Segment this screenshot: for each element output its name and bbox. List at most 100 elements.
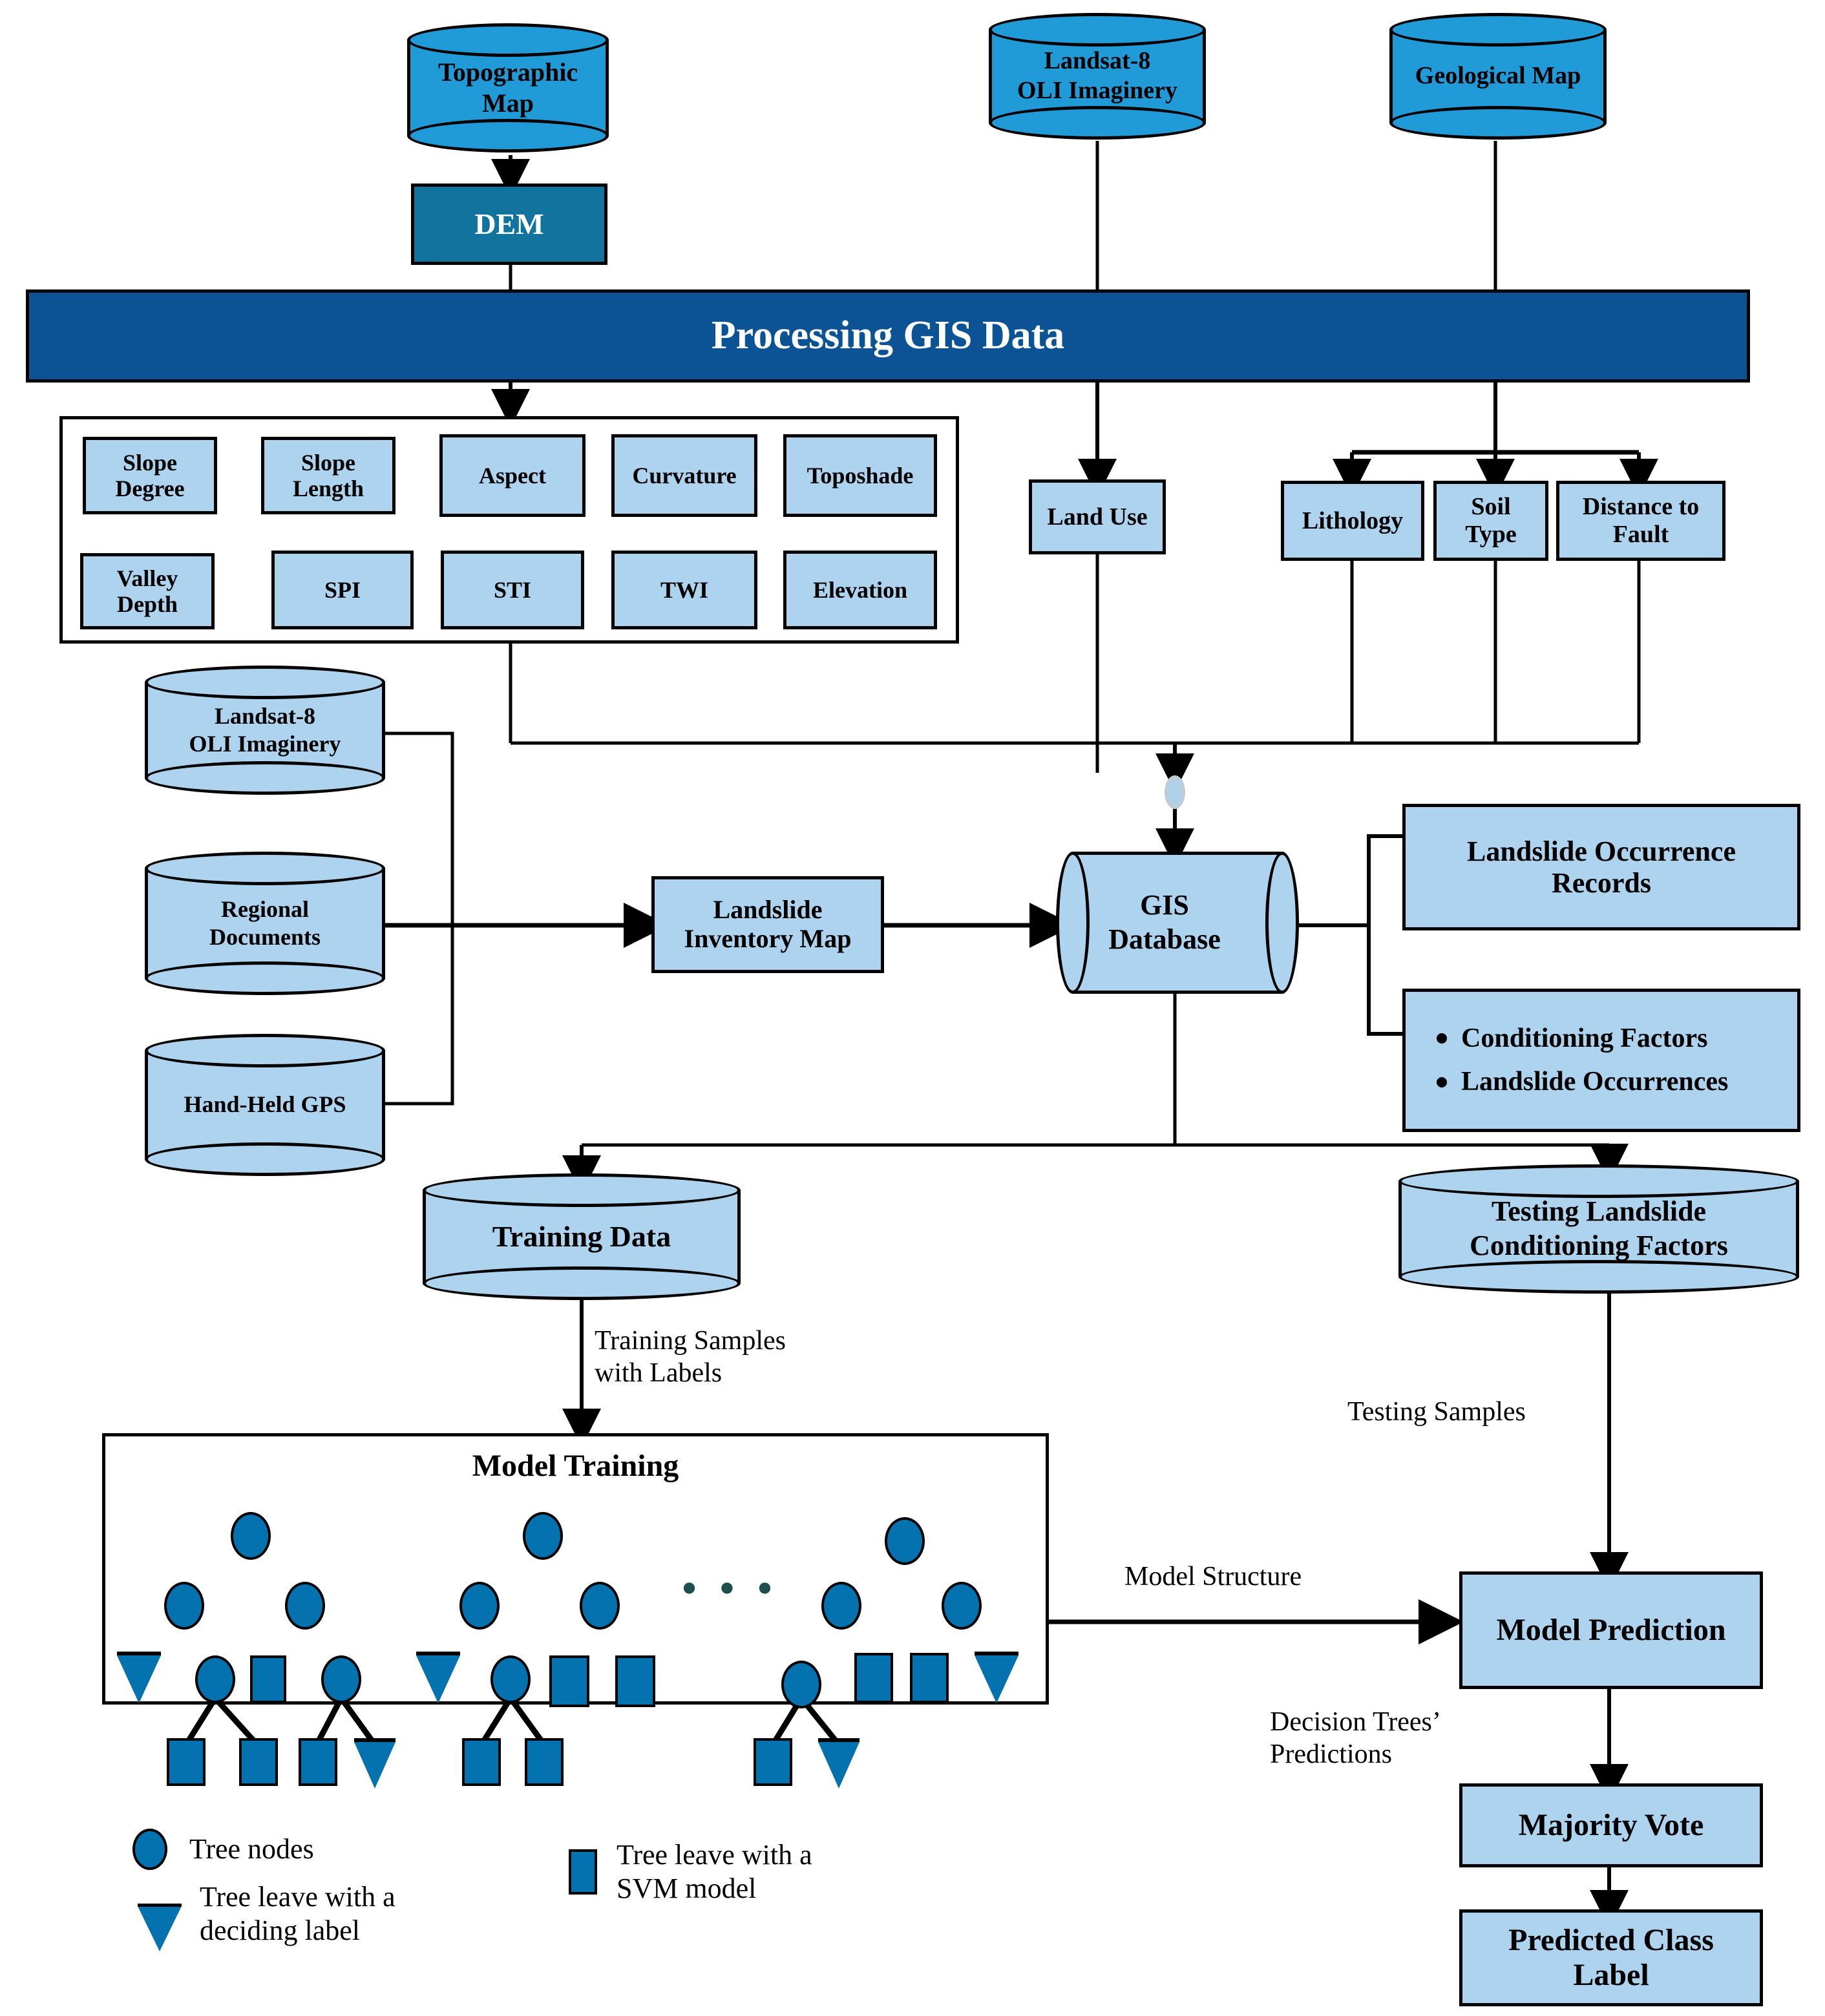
tree-leaf-deciding-label <box>416 1655 460 1703</box>
list-item: Landslide Occurrences <box>1437 1067 1797 1097</box>
tree-leaf-deciding-label <box>354 1742 396 1789</box>
legend-svm-model-text: Tree leave with a SVM model <box>617 1839 812 1904</box>
tree-leaf-svm <box>299 1738 337 1786</box>
tree-leaf-svm <box>910 1653 949 1703</box>
source-geological-map[interactable]: Geological Map <box>1389 13 1607 140</box>
tree-node <box>285 1582 325 1630</box>
factor-soil-type[interactable]: Soil Type <box>1433 481 1548 561</box>
tree-node-icon <box>132 1829 167 1870</box>
source-regional-documents[interactable]: Regional Documents <box>145 852 385 995</box>
tree-node <box>580 1582 620 1630</box>
tree-leaf-svm <box>615 1655 655 1707</box>
tree-leaf-svm <box>239 1738 278 1786</box>
tree-node <box>195 1655 235 1703</box>
legend-item-tree-nodes: Tree nodes <box>132 1829 314 1870</box>
majority-vote-box[interactable]: Majority Vote <box>1459 1783 1763 1867</box>
tree-leaf-svm <box>754 1738 792 1786</box>
tree-node <box>321 1655 361 1703</box>
source-hand-held-gps-label: Hand-Held GPS <box>184 1091 346 1118</box>
tree-leaf-svm-icon <box>569 1849 597 1895</box>
testing-conditioning-factors-label: Testing Landslide Conditioning Factors <box>1470 1195 1728 1261</box>
flowchart-canvas: Topographic Map Landsat-8 OLI Imaginery … <box>0 0 1825 2016</box>
tree-leaf-svm <box>167 1738 206 1786</box>
source-topographic-map[interactable]: Topographic Map <box>407 23 609 152</box>
tree-node <box>781 1661 821 1708</box>
gis-database-label: GIS Database <box>1108 889 1221 955</box>
edge-label-model-structure: Model Structure <box>1124 1562 1302 1591</box>
processing-gis-data-band[interactable]: Processing GIS Data <box>26 289 1750 383</box>
tree-node <box>885 1517 925 1565</box>
gis-database[interactable]: GIS Database <box>1056 852 1299 994</box>
tree-leaf-svm <box>250 1655 286 1703</box>
tree-leaf-cap <box>354 1738 396 1742</box>
tree-leaf-cap <box>416 1652 460 1655</box>
bullet-dot-icon <box>1437 1033 1447 1044</box>
source-regional-documents-label: Regional Documents <box>209 896 321 950</box>
flow-junction-dot <box>1165 775 1185 809</box>
legend-deciding-label-text: Tree leave with a deciding label <box>200 1881 396 1946</box>
tree-leaf-svm <box>525 1738 564 1786</box>
factor-lithology[interactable]: Lithology <box>1281 481 1424 561</box>
model-training-title: Model Training <box>472 1449 679 1483</box>
source-landsat-top-label: Landsat-8 OLI Imaginery <box>1017 47 1178 104</box>
tree-leaf-svm <box>549 1655 589 1707</box>
source-landsat-inventory-label: Landsat-8 OLI Imaginery <box>189 702 341 757</box>
factor-land-use[interactable]: Land Use <box>1029 479 1166 554</box>
tree-leaf-deciding-label <box>117 1655 161 1703</box>
tree-node <box>491 1655 531 1703</box>
factor-spi[interactable]: SPI <box>271 551 414 629</box>
predicted-class-label-box[interactable]: Predicted Class Label <box>1459 1909 1763 2006</box>
source-topographic-map-label: Topographic Map <box>438 58 578 118</box>
factor-valley-depth[interactable]: Valley Depth <box>80 553 215 629</box>
trees-ellipsis: • • • <box>682 1565 779 1611</box>
landslide-occurrence-records-box[interactable]: Landslide Occurrence Records <box>1402 804 1800 930</box>
db-bullets-box[interactable]: Conditioning Factors Landslide Occurrenc… <box>1402 989 1800 1132</box>
tree-leaf-deciding-label <box>818 1742 860 1789</box>
factor-curvature[interactable]: Curvature <box>611 434 757 517</box>
source-landsat-top[interactable]: Landsat-8 OLI Imaginery <box>989 13 1206 140</box>
factor-distance-to-fault[interactable]: Distance to Fault <box>1556 481 1725 561</box>
testing-conditioning-factors-cylinder[interactable]: Testing Landslide Conditioning Factors <box>1398 1164 1799 1294</box>
tree-node <box>523 1512 563 1560</box>
tree-node <box>821 1582 861 1630</box>
factor-slope-length[interactable]: Slope Length <box>261 437 396 514</box>
tree-node <box>231 1512 271 1560</box>
edge-label-tree-predictions: Decision Trees’ Predictions <box>1270 1707 1441 1770</box>
dem-label: DEM <box>474 207 544 241</box>
legend-item-svm-model: Tree leave with a SVM model <box>569 1838 812 1906</box>
training-data-label: Training Data <box>492 1220 671 1254</box>
source-hand-held-gps[interactable]: Hand-Held GPS <box>145 1034 385 1176</box>
source-geological-map-label: Geological Map <box>1415 62 1581 90</box>
tree-node <box>459 1582 500 1630</box>
legend-item-deciding-label: Tree leave with a deciding label <box>138 1881 396 1951</box>
tree-leaf-svm <box>462 1738 501 1786</box>
tree-node <box>164 1582 204 1630</box>
db-bullets-list: Conditioning Factors Landslide Occurrenc… <box>1406 992 1797 1129</box>
dem-box[interactable]: DEM <box>411 184 607 265</box>
legend-tree-nodes-label: Tree nodes <box>189 1833 314 1865</box>
training-data-cylinder[interactable]: Training Data <box>423 1173 741 1300</box>
list-item: Conditioning Factors <box>1437 1024 1797 1054</box>
source-landsat-inventory[interactable]: Landsat-8 OLI Imaginery <box>145 666 385 795</box>
edge-label-testing-samples: Testing Samples <box>1347 1397 1526 1427</box>
factor-toposhade[interactable]: Toposhade <box>783 434 937 517</box>
tree-leaf-svm <box>854 1653 893 1703</box>
tree-leaf-cap <box>818 1738 860 1742</box>
factor-sti[interactable]: STI <box>441 551 584 629</box>
processing-gis-data-title: Processing GIS Data <box>711 313 1065 358</box>
tree-leaf-cap <box>975 1652 1018 1655</box>
bullet-dot-icon <box>1437 1076 1447 1087</box>
bullet-conditioning-factors: Conditioning Factors <box>1461 1023 1708 1053</box>
factor-aspect[interactable]: Aspect <box>439 434 585 517</box>
tree-leaf-deciding-label-icon <box>138 1904 182 1951</box>
tree-node <box>942 1582 982 1630</box>
model-prediction-box[interactable]: Model Prediction <box>1459 1571 1763 1689</box>
factor-slope-degree[interactable]: Slope Degree <box>83 437 217 514</box>
factor-twi[interactable]: TWI <box>611 551 757 629</box>
factor-elevation[interactable]: Elevation <box>783 551 937 629</box>
tree-leaf-cap <box>117 1652 161 1655</box>
landslide-inventory-map-box[interactable]: Landslide Inventory Map <box>651 876 884 973</box>
tree-leaf-deciding-label <box>975 1655 1018 1703</box>
bullet-landslide-occurrences: Landslide Occurrences <box>1461 1067 1729 1097</box>
edge-label-training-samples: Training Samples with Labels <box>595 1326 786 1389</box>
